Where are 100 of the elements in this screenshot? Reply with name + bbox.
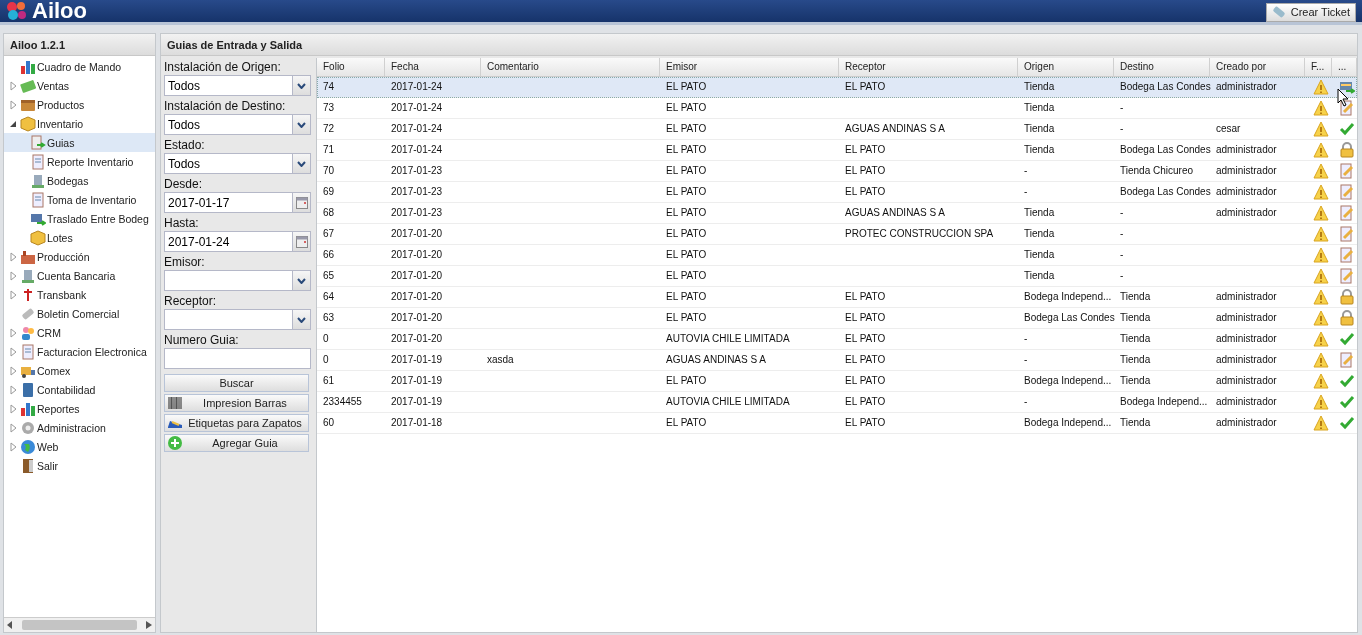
table-row[interactable]: 64 2017-01-20 EL PATO EL PATO Bodega Independ... Tienda administrador — [317, 287, 1357, 308]
horizontal-scrollbar[interactable] — [4, 617, 155, 632]
gear-icon — [20, 419, 36, 436]
toolbar-button[interactable]: Buscar — [164, 374, 309, 392]
column-header[interactable]: Comentario — [481, 58, 660, 76]
table-row[interactable]: 0 2017-01-19 xasda AGUAS ANDINAS S A EL PATO - Tienda administrador — [317, 350, 1357, 371]
column-header[interactable]: Origen — [1018, 58, 1114, 76]
expand-arrow-icon[interactable] — [8, 441, 18, 452]
expand-arrow-icon[interactable] — [8, 289, 18, 300]
create-ticket-button[interactable]: Crear Ticket — [1265, 2, 1356, 22]
table-cell: 2334455 — [323, 396, 362, 407]
expand-arrow-icon[interactable] — [8, 346, 18, 357]
table-row[interactable]: 60 2017-01-18 EL PATO EL PATO Bodega Independ... Tienda administrador — [317, 413, 1357, 434]
door-icon — [20, 457, 36, 474]
tree-item[interactable]: CRM — [4, 323, 155, 342]
table-cell: 2017-01-23 — [391, 186, 443, 197]
expand-arrow-icon[interactable] — [8, 80, 18, 91]
table-row[interactable]: 68 2017-01-23 EL PATO AGUAS ANDINAS S A Tienda - administrador — [317, 203, 1357, 224]
input-field[interactable] — [164, 348, 311, 369]
tree-item[interactable]: Boletin Comercial — [4, 304, 155, 323]
toolbar-button[interactable]: Etiquetas para Zapatos — [164, 414, 309, 432]
expand-arrow-icon[interactable] — [8, 422, 18, 433]
date-field[interactable]: 2017-01-17 — [164, 192, 311, 213]
tree-item[interactable]: Ventas — [4, 76, 155, 95]
table-row[interactable]: 0 2017-01-20 AUTOVIA CHILE LIMITADA EL PATO - Tienda administrador — [317, 329, 1357, 350]
column-header[interactable]: F... — [1305, 58, 1332, 76]
calendar-icon — [295, 196, 308, 209]
check-icon[interactable] — [1339, 331, 1355, 347]
table-row[interactable]: 72 2017-01-24 EL PATO AGUAS ANDINAS S A Tienda - cesar — [317, 119, 1357, 140]
tree-item[interactable]: Cuadro de Mando — [4, 57, 155, 76]
tree-item[interactable]: Salir — [4, 456, 155, 475]
tree-item[interactable]: Administracion — [4, 418, 155, 437]
tree-item[interactable]: Productos — [4, 95, 155, 114]
column-header[interactable]: ... — [1332, 58, 1357, 76]
tree-item[interactable]: Reporte Inventario — [4, 152, 155, 171]
table-row[interactable]: 74 2017-01-24 EL PATO EL PATO Tienda Bodega Las Condes administrador — [317, 77, 1357, 98]
tree-item[interactable]: Reportes — [4, 399, 155, 418]
tree-item[interactable]: Lotes — [4, 228, 155, 247]
expand-arrow-icon[interactable] — [8, 270, 18, 281]
dropdown-field[interactable] — [164, 309, 311, 330]
tree-item[interactable]: Guias — [4, 133, 155, 152]
tree-item[interactable]: Facturacion Electronica — [4, 342, 155, 361]
tree-item[interactable]: Comex — [4, 361, 155, 380]
tree-item[interactable]: Bodegas — [4, 171, 155, 190]
expand-arrow-icon[interactable] — [8, 365, 18, 376]
check-icon[interactable] — [1339, 394, 1355, 410]
table-row[interactable]: 69 2017-01-23 EL PATO EL PATO - Bodega Las Condes administrador — [317, 182, 1357, 203]
column-header[interactable]: Receptor — [839, 58, 1018, 76]
table-cell: 68 — [323, 207, 335, 218]
dropdown-field[interactable]: Todos — [164, 153, 311, 174]
column-header[interactable]: Fecha — [385, 58, 481, 76]
tree-item[interactable]: Web — [4, 437, 155, 456]
transfer-icon[interactable] — [1339, 79, 1355, 95]
table-row[interactable]: 70 2017-01-23 EL PATO EL PATO - Tienda Chicureo administrador — [317, 161, 1357, 182]
tree-item[interactable]: Producción — [4, 247, 155, 266]
table-row[interactable]: 63 2017-01-20 EL PATO EL PATO Bodega Las Condes Tienda administrador — [317, 308, 1357, 329]
building-icon — [30, 172, 46, 189]
table-cell: Tienda — [1120, 354, 1151, 365]
building-icon — [20, 267, 36, 284]
warning-icon — [1313, 268, 1329, 284]
table-row[interactable]: 61 2017-01-19 EL PATO EL PATO Bodega Independ... Tienda administrador — [317, 371, 1357, 392]
check-icon[interactable] — [1339, 415, 1355, 431]
tree-item[interactable]: Inventario — [4, 114, 155, 133]
table-row[interactable]: 66 2017-01-20 EL PATO Tienda - — [317, 245, 1357, 266]
tree-item[interactable]: Traslado Entre Bodeg — [4, 209, 155, 228]
table-row[interactable]: 67 2017-01-20 EL PATO PROTEC CONSTRUCCION SPA Tienda - — [317, 224, 1357, 245]
scroll-right-icon[interactable] — [146, 621, 152, 629]
table-row[interactable]: 2334455 2017-01-19 AUTOVIA CHILE LIMITADA EL PATO - Bodega Independ... administrador — [317, 392, 1357, 413]
lock-icon[interactable] — [1339, 310, 1355, 326]
expand-arrow-icon[interactable] — [8, 403, 18, 414]
warning-icon — [1313, 310, 1329, 326]
check-icon[interactable] — [1339, 121, 1355, 137]
lock-icon[interactable] — [1339, 289, 1355, 305]
expand-arrow-icon[interactable] — [8, 251, 18, 262]
dropdown-field[interactable] — [164, 270, 311, 291]
toolbar-button[interactable]: Impresion Barras — [164, 394, 309, 412]
tree-item[interactable]: Contabilidad — [4, 380, 155, 399]
tree-item[interactable]: Transbank — [4, 285, 155, 304]
lock-icon[interactable] — [1339, 142, 1355, 158]
column-header[interactable]: Destino — [1114, 58, 1210, 76]
warning-icon — [1313, 79, 1329, 95]
column-header[interactable]: Emisor — [660, 58, 839, 76]
table-cell: administrador — [1216, 417, 1277, 428]
expand-arrow-icon[interactable] — [8, 327, 18, 338]
column-header[interactable]: Folio — [317, 58, 385, 76]
table-cell: 67 — [323, 228, 335, 239]
toolbar-button[interactable]: Agregar Guia — [164, 434, 309, 452]
table-row[interactable]: 73 2017-01-24 EL PATO Tienda - — [317, 98, 1357, 119]
expand-arrow-icon[interactable] — [8, 384, 18, 395]
table-row[interactable]: 65 2017-01-20 EL PATO Tienda - — [317, 266, 1357, 287]
tree-item[interactable]: Toma de Inventario — [4, 190, 155, 209]
check-icon[interactable] — [1339, 373, 1355, 389]
dropdown-field[interactable]: Todos — [164, 75, 311, 96]
dropdown-field[interactable]: Todos — [164, 114, 311, 135]
tree-item[interactable]: Cuenta Bancaria — [4, 266, 155, 285]
date-field[interactable]: 2017-01-24 — [164, 231, 311, 252]
table-row[interactable]: 71 2017-01-24 EL PATO EL PATO Tienda Bodega Las Condes administrador — [317, 140, 1357, 161]
scroll-left-icon[interactable] — [7, 621, 13, 629]
expand-arrow-icon[interactable] — [8, 99, 18, 110]
column-header[interactable]: Creado por — [1210, 58, 1305, 76]
